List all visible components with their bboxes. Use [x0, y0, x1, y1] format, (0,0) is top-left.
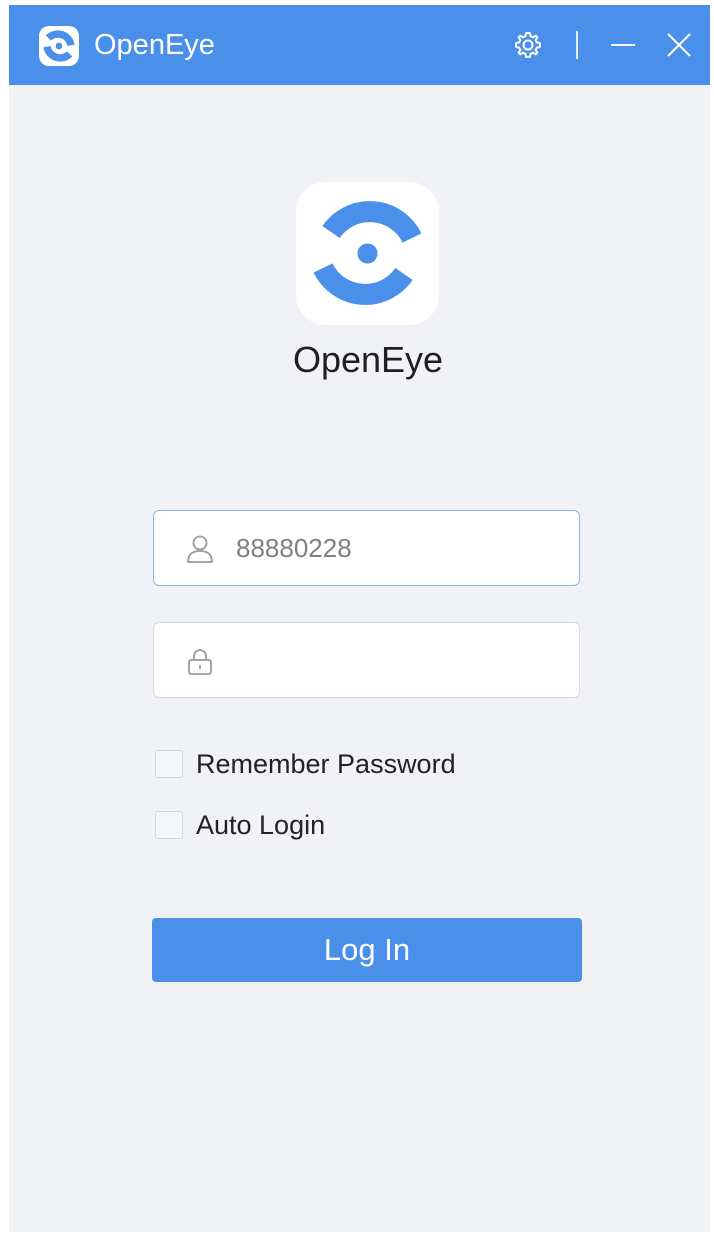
- auto-login-checkbox[interactable]: [155, 811, 183, 839]
- remember-password-checkbox[interactable]: [155, 750, 183, 778]
- user-icon: [187, 535, 213, 563]
- titlebar-divider: [576, 31, 578, 59]
- window-title: OpenEye: [94, 29, 215, 61]
- password-field[interactable]: [153, 622, 580, 698]
- openeye-logo-icon: [39, 26, 79, 66]
- minimize-icon: [611, 44, 635, 46]
- app-name: OpenEye: [292, 339, 444, 380]
- login-button[interactable]: Log In: [152, 918, 582, 982]
- settings-button[interactable]: [510, 27, 546, 63]
- close-button[interactable]: [661, 27, 697, 63]
- close-icon: [667, 33, 691, 57]
- app-logo-icon: [296, 182, 439, 325]
- lock-icon: [188, 649, 212, 675]
- username-field[interactable]: [153, 510, 580, 586]
- password-input[interactable]: [236, 637, 556, 683]
- remember-password-option[interactable]: Remember Password: [155, 746, 456, 782]
- auto-login-label: Auto Login: [196, 809, 326, 840]
- minimize-button[interactable]: [605, 27, 641, 63]
- remember-password-label: Remember Password: [196, 748, 456, 779]
- title-bar: OpenEye: [9, 5, 710, 85]
- username-input[interactable]: [236, 525, 556, 571]
- gear-icon: [515, 32, 541, 58]
- auto-login-option[interactable]: Auto Login: [155, 807, 325, 843]
- login-window: OpenEye OpenEye 88880228 Remember Passwo…: [9, 5, 710, 1232]
